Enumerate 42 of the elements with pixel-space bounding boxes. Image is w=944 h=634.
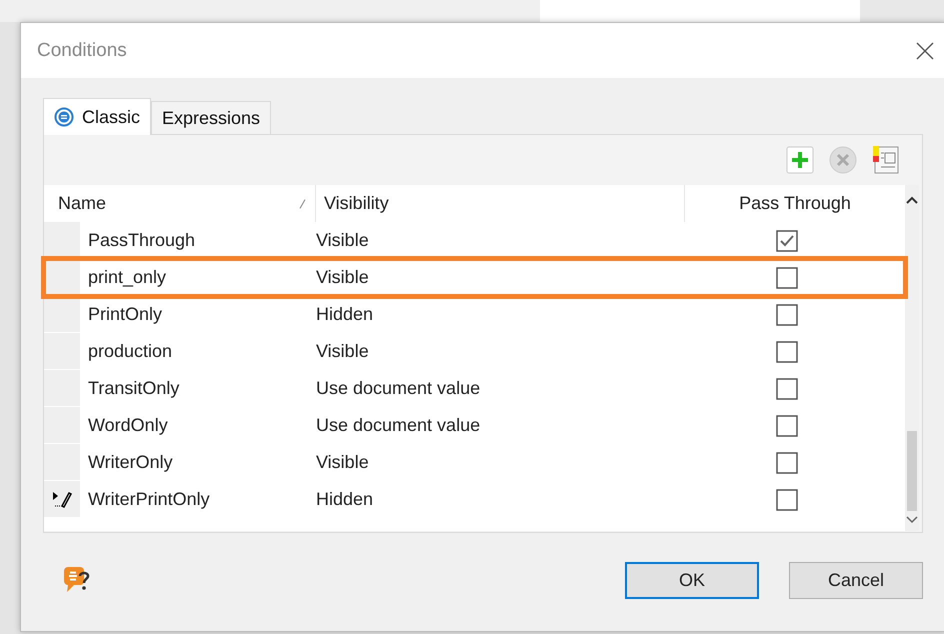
tab[interactable]: Classic bbox=[43, 98, 152, 135]
table-cell: WriterOnly bbox=[88, 452, 173, 472]
scroll-down-icon[interactable] bbox=[905, 515, 919, 525]
table-cell: Visible bbox=[316, 267, 369, 287]
table-cell: PassThrough bbox=[88, 230, 196, 250]
checkbox[interactable] bbox=[776, 304, 798, 326]
table-cell: WriterPrintOnly bbox=[88, 489, 210, 509]
checkbox[interactable] bbox=[776, 266, 798, 288]
checkbox[interactable] bbox=[776, 230, 798, 252]
table-cell: WordOnly bbox=[88, 415, 168, 435]
checkbox[interactable] bbox=[776, 378, 798, 400]
row-header[interactable] bbox=[44, 481, 80, 518]
table-cell: Visible bbox=[316, 452, 369, 472]
tab[interactable]: Expressions bbox=[151, 101, 272, 134]
checkbox[interactable] bbox=[776, 340, 798, 362]
table-cell: Hidden bbox=[316, 304, 374, 324]
collapse-icon bbox=[54, 107, 74, 127]
table-cell: print_only bbox=[88, 267, 166, 287]
table-cell: Use document value bbox=[316, 378, 480, 398]
table-cell: Use document value bbox=[316, 415, 480, 435]
checkbox[interactable] bbox=[776, 452, 798, 474]
column-header[interactable]: Pass Through bbox=[739, 193, 851, 214]
sort-icon bbox=[300, 198, 306, 208]
table-cell: Visible bbox=[316, 230, 369, 250]
checkbox[interactable] bbox=[776, 414, 798, 436]
properties-icon[interactable] bbox=[872, 145, 900, 175]
edit-pencil-icon bbox=[51, 489, 73, 509]
dialog-button[interactable]: OK bbox=[625, 562, 759, 598]
table-cell: production bbox=[88, 341, 172, 361]
table-cell: TransitOnly bbox=[88, 378, 180, 398]
column-header[interactable]: Name bbox=[58, 193, 106, 214]
window-title: Conditions bbox=[37, 40, 127, 62]
scroll-up-icon[interactable] bbox=[905, 195, 919, 205]
table-cell: Visible bbox=[316, 341, 369, 361]
add-icon[interactable] bbox=[786, 146, 814, 174]
table-cell: PrintOnly bbox=[88, 304, 162, 324]
table-cell: Hidden bbox=[316, 489, 374, 509]
scrollbar-thumb[interactable] bbox=[907, 431, 917, 511]
checkbox[interactable] bbox=[776, 488, 798, 510]
close-icon[interactable] bbox=[915, 40, 935, 60]
column-header[interactable]: Visibility bbox=[324, 193, 389, 214]
dialog-button[interactable]: Cancel bbox=[789, 562, 923, 598]
